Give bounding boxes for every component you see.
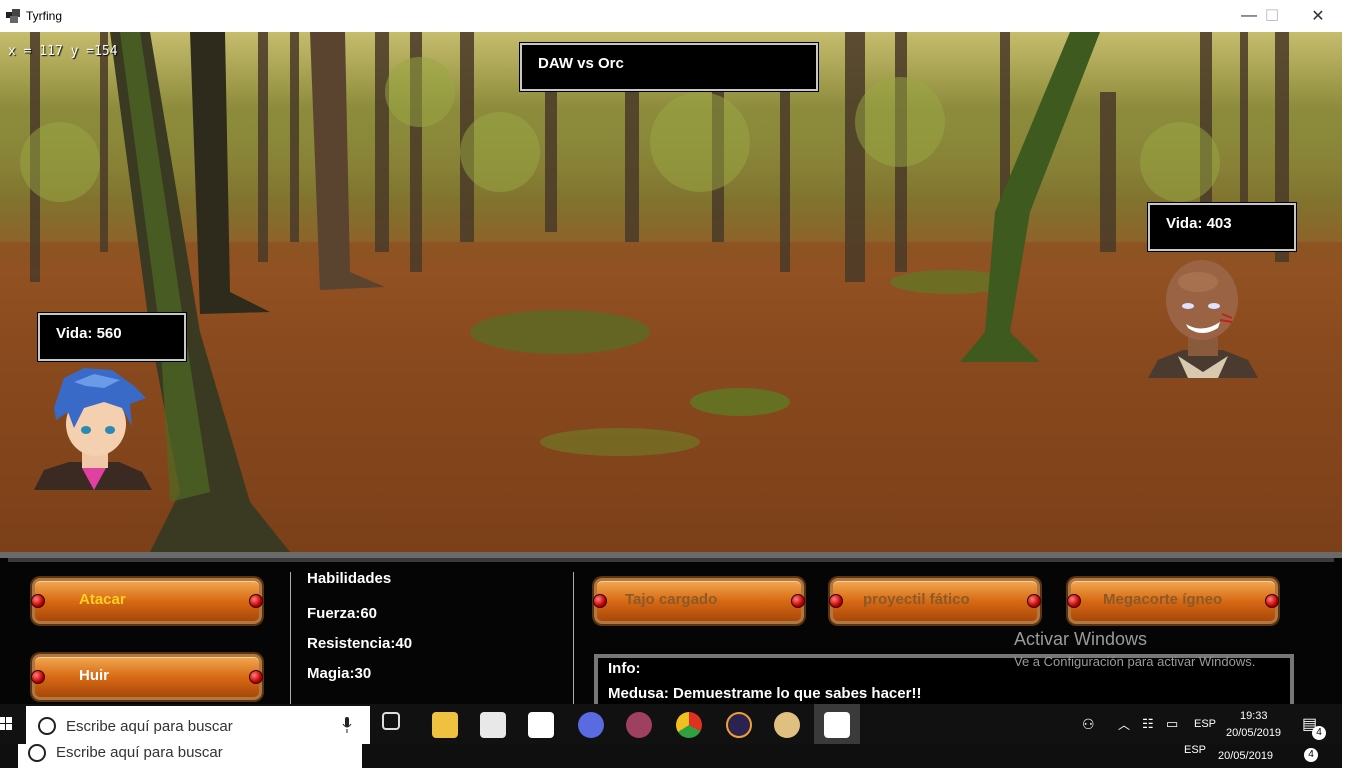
- skill-label: Tajo cargado: [625, 591, 718, 608]
- gem-left-icon: [593, 594, 607, 608]
- enemy-life-label: Vida: 403: [1166, 215, 1232, 232]
- forest-background: [0, 32, 1342, 552]
- start-icon[interactable]: [0, 717, 12, 731]
- chevron-up-icon[interactable]: ︿: [1118, 716, 1130, 733]
- search-placeholder: Escribe aquí para buscar: [66, 718, 233, 735]
- file-explorer-icon[interactable]: [432, 712, 458, 738]
- player-life-box: Vida: 560: [38, 313, 186, 361]
- clock-date: 20/05/2019: [1218, 750, 1274, 762]
- gem-left-icon: [829, 594, 843, 608]
- eclipse-like-icon[interactable]: [578, 712, 604, 738]
- attack-label: Atacar: [79, 591, 126, 608]
- cortana-icon: [38, 717, 56, 735]
- taskbar-search-box[interactable]: Escribe aquí para buscar: [26, 706, 370, 746]
- activation-watermark-subtitle: Ve a Configuración para activar Windows.: [1014, 654, 1256, 669]
- skill-button-fire-slash[interactable]: Megacorte ígneo: [1067, 578, 1279, 624]
- attack-button[interactable]: Atacar: [31, 578, 263, 624]
- eclipse-icon[interactable]: [726, 712, 752, 738]
- skills-heading: Habilidades: [307, 570, 392, 587]
- battle-scene: DAW vs Orc Vida: 403 Vida: 560: [0, 32, 1342, 552]
- language-indicator: ESP: [1184, 744, 1207, 756]
- language-indicator[interactable]: ESP: [1194, 718, 1216, 730]
- taskbar: Escribe aquí para buscar ⚇ ︿ ☷ ▭ ESP 19:…: [0, 704, 1342, 746]
- magic-stat: Magia:30: [307, 665, 372, 682]
- people-icon[interactable]: ⚇: [1082, 716, 1095, 733]
- gem-right-icon: [249, 670, 263, 684]
- enemy-portrait: [1148, 260, 1258, 378]
- info-message: Medusa: Demuestrame lo que sabes hacer!!: [608, 685, 922, 702]
- microphone-icon[interactable]: [342, 717, 352, 734]
- clock-time[interactable]: 19:33: [1240, 710, 1268, 722]
- gem-right-icon: [791, 594, 805, 608]
- notification-count-badge: 4: [1304, 748, 1318, 762]
- activation-watermark-title: Activar Windows: [1014, 629, 1148, 649]
- strength-stat: Fuerza:60: [307, 605, 378, 622]
- cortana-icon: [28, 744, 46, 762]
- network-icon[interactable]: ☷: [1142, 716, 1154, 732]
- notification-count-badge: 4: [1312, 726, 1326, 740]
- store-icon[interactable]: [528, 712, 554, 738]
- task-view-icon[interactable]: [382, 712, 400, 730]
- skill-label: proyectil fático: [863, 591, 970, 608]
- battle-title-box: DAW vs Orc: [520, 43, 818, 91]
- gem-left-icon: [31, 594, 45, 608]
- window-titlebar: Tyrfing — ☐ ✕: [0, 0, 1342, 33]
- active-task-tyrfing[interactable]: [814, 704, 860, 746]
- gem-left-icon: [1067, 594, 1081, 608]
- taskbar-shadow: Escribe aquí para buscar ESP 20/05/2019 …: [0, 744, 1342, 768]
- skill-button-charged-slash[interactable]: Tajo cargado: [593, 578, 805, 624]
- flee-button[interactable]: Huir: [31, 654, 263, 700]
- desktop-edge: [1342, 0, 1366, 768]
- cursor-coords: x = 117 y =154: [8, 44, 118, 59]
- player-portrait: [34, 368, 152, 490]
- mail-icon[interactable]: [480, 712, 506, 738]
- paint-icon[interactable]: [774, 712, 800, 738]
- gem-right-icon: [1027, 594, 1041, 608]
- window-title: Tyrfing: [26, 9, 63, 23]
- display-icon[interactable]: ▭: [1166, 716, 1178, 732]
- skill-button-projectile[interactable]: proyectil fático: [829, 578, 1041, 624]
- gem-left-icon: [31, 670, 45, 684]
- taskbar-search-box-shadow: Escribe aquí para buscar: [18, 744, 362, 768]
- search-placeholder: Escribe aquí para buscar: [56, 744, 223, 761]
- flee-label: Huir: [79, 667, 109, 684]
- resistance-stat: Resistencia:40: [307, 635, 413, 652]
- game-icon[interactable]: [626, 712, 652, 738]
- player-life-label: Vida: 560: [56, 325, 122, 342]
- clock-date[interactable]: 20/05/2019: [1226, 727, 1281, 739]
- gem-right-icon: [1265, 594, 1279, 608]
- gem-right-icon: [249, 594, 263, 608]
- close-button[interactable]: ✕: [1295, 0, 1341, 32]
- battle-title: DAW vs Orc: [538, 55, 624, 72]
- maximize-button[interactable]: ☐: [1249, 0, 1295, 32]
- skill-label: Megacorte ígneo: [1103, 591, 1223, 608]
- tyrfing-app-icon: [824, 712, 850, 738]
- chrome-icon[interactable]: [676, 712, 702, 738]
- divider: [290, 572, 291, 704]
- enemy-life-box: Vida: 403: [1148, 203, 1296, 251]
- app-icon: [6, 9, 20, 23]
- divider: [573, 572, 574, 704]
